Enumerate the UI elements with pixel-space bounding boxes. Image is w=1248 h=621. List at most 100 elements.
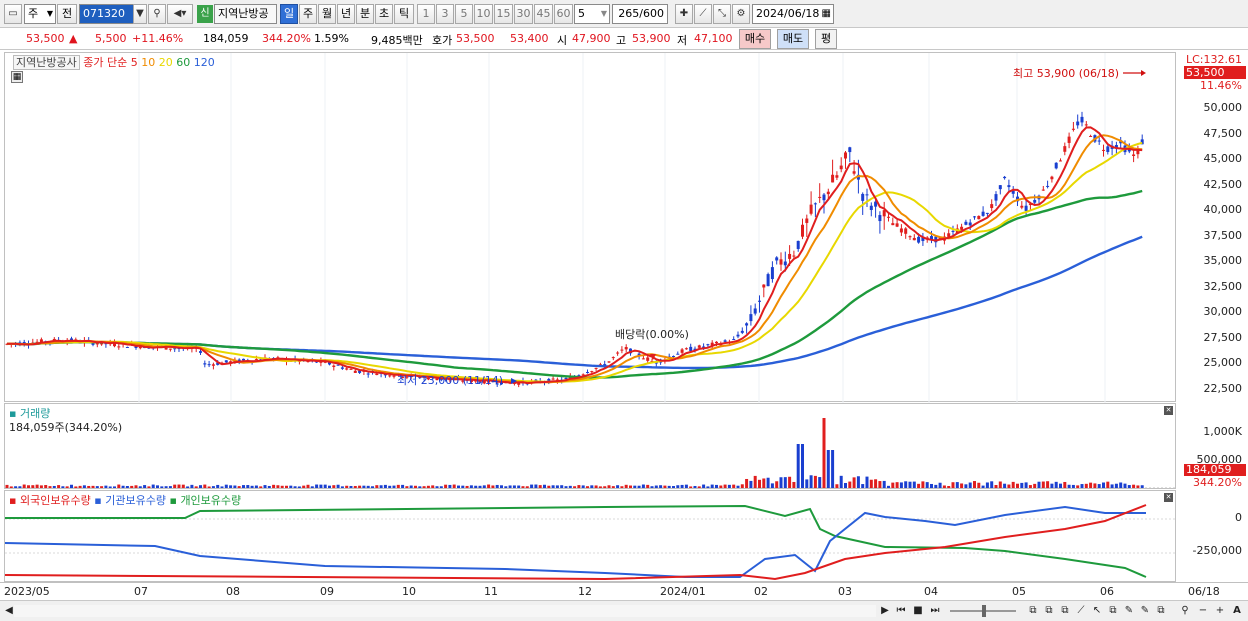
clone-icon[interactable]: ⧉ bbox=[1154, 604, 1168, 618]
edit-tool-icon[interactable]: ✎ bbox=[1138, 604, 1152, 618]
minute-5-button[interactable]: 5 bbox=[455, 4, 473, 24]
zoom-icon[interactable]: ⤡ bbox=[713, 4, 731, 24]
volume-bar bbox=[745, 478, 749, 488]
close-icon[interactable]: ✕ bbox=[1164, 493, 1173, 502]
horizontal-scrollbar[interactable] bbox=[14, 605, 876, 617]
stock-code-input[interactable]: 071320 bbox=[79, 4, 134, 24]
buy-button[interactable]: 매수 bbox=[739, 29, 771, 49]
zoom-out-icon[interactable]: − bbox=[1196, 604, 1210, 618]
window-menu-icon[interactable]: ▭ bbox=[4, 4, 22, 24]
rewind-icon[interactable]: ⏮ bbox=[894, 604, 908, 618]
volume-tick-1000k: 1,000K bbox=[1203, 425, 1242, 438]
data-count-field[interactable]: 265/600 bbox=[612, 4, 668, 24]
layout-1-icon[interactable]: ⧉ bbox=[1026, 604, 1040, 618]
candle bbox=[977, 215, 981, 220]
current-price: 53,500 bbox=[26, 32, 65, 45]
volume-bar bbox=[371, 486, 374, 488]
fast-forward-icon[interactable]: ⏭ bbox=[928, 604, 942, 618]
draw-tool-icon[interactable]: ✎ bbox=[1122, 604, 1136, 618]
period-minute-button[interactable]: 분 bbox=[356, 4, 374, 24]
volume-axis: 1,000K 500,000 184,059 344.20% bbox=[1176, 403, 1248, 489]
price-chart-pane[interactable]: 최고 53,900 (06/18) 최저 23,000 (11/14) 배당락(0.… bbox=[4, 52, 1176, 403]
volume-bar bbox=[1003, 483, 1007, 488]
candle bbox=[1046, 180, 1050, 189]
candle bbox=[848, 146, 852, 163]
volume-bar bbox=[598, 486, 602, 488]
crosshair-icon[interactable]: ✚ bbox=[675, 4, 693, 24]
code-dropdown-icon[interactable]: ▼ bbox=[133, 4, 147, 24]
volume-pane[interactable]: ▪ 거래량 184,059주(344.20%) ✕ bbox=[4, 403, 1177, 489]
holdings-pane[interactable]: ▪ 외국인보유수량 ▪ 기관보유수량 ▪ 개인보유수량 ✕ bbox=[4, 490, 1177, 582]
period-week-button[interactable]: 주 bbox=[299, 4, 317, 24]
close-icon[interactable]: ✕ bbox=[1164, 406, 1173, 415]
copy-icon[interactable]: ⧉ bbox=[1106, 604, 1120, 618]
volume-bar bbox=[302, 485, 306, 488]
line-tool-icon[interactable]: ⟋ bbox=[694, 4, 712, 24]
volume-bar bbox=[319, 484, 323, 488]
cursor-tool-icon[interactable]: ↖ bbox=[1090, 604, 1104, 618]
volume-bar bbox=[960, 483, 964, 488]
volume-bar bbox=[1080, 484, 1084, 488]
volume-bar bbox=[1007, 484, 1011, 488]
volume-bar bbox=[732, 484, 736, 488]
interval-select[interactable]: 5 ▼ bbox=[574, 4, 610, 24]
gear-icon[interactable]: ⚙ bbox=[732, 4, 750, 24]
chart-type-select[interactable]: 주 ▼ bbox=[24, 4, 56, 24]
minute-10-button[interactable]: 10 bbox=[474, 4, 493, 24]
hoga-label: 호가 bbox=[432, 34, 453, 47]
volume-bar bbox=[1028, 485, 1032, 488]
calculator-icon[interactable]: ▦ bbox=[11, 71, 23, 83]
volume-bar bbox=[547, 485, 551, 488]
period-second-button[interactable]: 초 bbox=[375, 4, 393, 24]
price-tick-label: 40,000 bbox=[1203, 203, 1243, 216]
bid-price: 53,400 bbox=[510, 32, 549, 45]
minute-1-button[interactable]: 1 bbox=[417, 4, 435, 24]
candle bbox=[1041, 185, 1045, 191]
volume-bar bbox=[581, 485, 585, 488]
volume-bar bbox=[697, 486, 701, 488]
volume-bar bbox=[61, 486, 65, 488]
layout-3-icon[interactable]: ⧉ bbox=[1058, 604, 1072, 618]
volume-bar bbox=[603, 486, 607, 488]
volume-bar bbox=[14, 486, 18, 488]
auto-scale-icon[interactable]: A bbox=[1230, 604, 1244, 618]
zoom-in-icon[interactable]: + bbox=[1213, 604, 1227, 618]
period-year-button[interactable]: 년 bbox=[337, 4, 355, 24]
zoom-search-icon[interactable]: ⚲ bbox=[1178, 604, 1192, 618]
candle bbox=[904, 227, 908, 239]
volume-bar bbox=[813, 475, 817, 488]
volume-bar bbox=[792, 481, 796, 488]
search-icon[interactable]: ⚲ bbox=[148, 4, 166, 24]
stop-icon[interactable]: ■ bbox=[911, 604, 925, 618]
ma20-line bbox=[7, 141, 1143, 383]
volume-bar bbox=[1041, 481, 1045, 488]
scroll-right-icon[interactable]: ▶ bbox=[878, 604, 892, 618]
period-month-button[interactable]: 월 bbox=[318, 4, 336, 24]
minute-60-button[interactable]: 60 bbox=[554, 4, 573, 24]
speaker-icon[interactable]: ◀▾ bbox=[167, 4, 193, 24]
volume-bar bbox=[822, 418, 826, 488]
volume-bar bbox=[121, 485, 125, 488]
period-tick-button[interactable]: 틱 bbox=[394, 4, 414, 24]
volume-bar bbox=[1063, 481, 1067, 488]
eval-button[interactable]: 평 bbox=[815, 29, 837, 49]
candle bbox=[1089, 134, 1093, 137]
period-day-button[interactable]: 일 bbox=[280, 4, 298, 24]
prev-button[interactable]: 전 bbox=[57, 4, 77, 24]
layout-2-icon[interactable]: ⧉ bbox=[1042, 604, 1056, 618]
volume-bar bbox=[125, 486, 129, 488]
volume-bar bbox=[934, 484, 938, 488]
minute-30-button[interactable]: 30 bbox=[514, 4, 533, 24]
minute-15-button[interactable]: 15 bbox=[494, 4, 513, 24]
date-field[interactable]: 2024/06/18 ▦ bbox=[752, 4, 834, 24]
zoom-slider-handle[interactable] bbox=[982, 605, 986, 617]
volume-bar bbox=[512, 485, 516, 488]
sell-button[interactable]: 매도 bbox=[777, 29, 809, 49]
minute-45-button[interactable]: 45 bbox=[534, 4, 553, 24]
volume-bar bbox=[181, 484, 185, 488]
volume-bar bbox=[951, 482, 955, 488]
trend-tool-icon[interactable]: ⟋ bbox=[1074, 604, 1088, 618]
minute-3-button[interactable]: 3 bbox=[436, 4, 454, 24]
calendar-icon[interactable]: ▦ bbox=[822, 5, 831, 23]
x-axis-label: 02 bbox=[754, 585, 768, 598]
